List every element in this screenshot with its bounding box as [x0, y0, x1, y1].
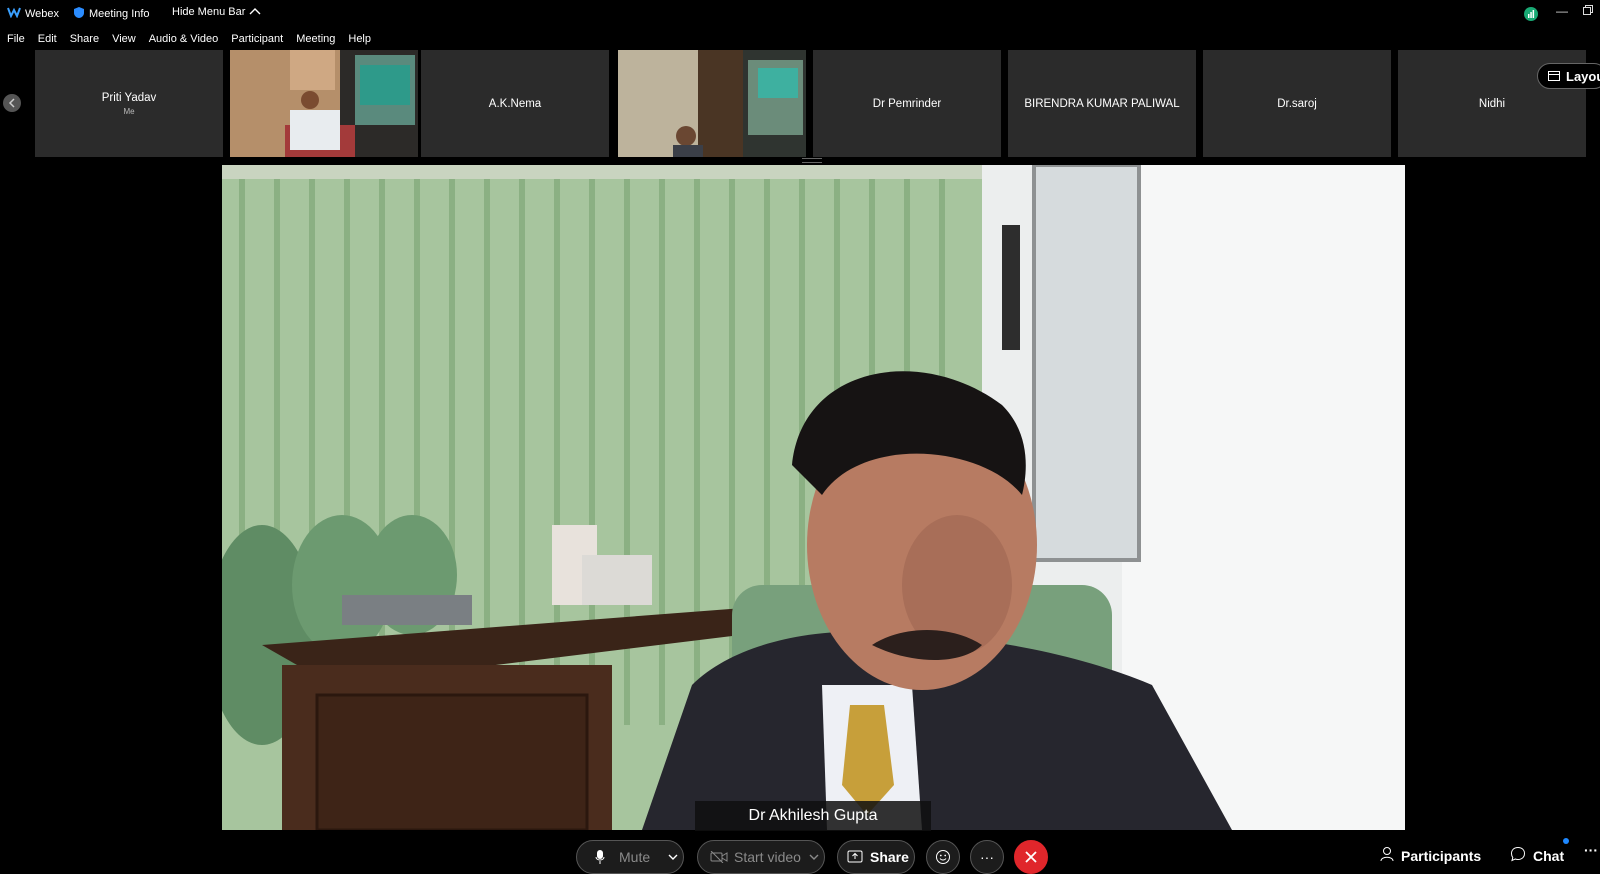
filmstrip-scroll-left-button[interactable] — [3, 94, 21, 112]
speaker-video-feed — [222, 165, 1405, 830]
menu-participant[interactable]: Participant — [231, 30, 283, 48]
video-off-icon — [710, 851, 728, 863]
self-indicator: Me — [123, 106, 135, 116]
active-speaker-name: Dr Akhilesh Gupta — [695, 801, 931, 831]
participant-tile[interactable]: A.K.Nema — [421, 50, 609, 157]
chevron-down-icon[interactable] — [668, 854, 678, 860]
participant-name: Priti Yadav — [101, 91, 157, 104]
end-call-button[interactable] — [1014, 840, 1048, 874]
filmstrip-resize-handle[interactable] — [802, 158, 822, 163]
participant-name: Dr Pemrinder — [872, 97, 942, 110]
menu-file[interactable]: File — [7, 30, 25, 48]
app-name: Webex — [25, 7, 60, 20]
chat-label: Chat — [1533, 847, 1565, 864]
title-bar: Webex Meeting Info Hide Menu Bar — — [0, 0, 1600, 28]
participant-tile[interactable]: Dr.saroj — [1203, 50, 1391, 157]
layout-button[interactable]: Layou — [1537, 63, 1600, 89]
chat-notification-dot — [1563, 838, 1569, 844]
participants-button[interactable]: Participants — [1380, 846, 1481, 865]
participant-name: BIRENDRA KUMAR PALIWAL — [1024, 97, 1180, 110]
start-video-label: Start video — [734, 849, 801, 865]
microphone-icon — [595, 849, 605, 865]
participant-video-feed — [618, 50, 806, 157]
participant-name: Dr.saroj — [1277, 97, 1317, 110]
participants-icon — [1380, 846, 1394, 865]
active-speaker-video — [222, 165, 1405, 830]
layout-label: Layou — [1566, 68, 1600, 84]
menu-share[interactable]: Share — [70, 30, 99, 48]
menu-meeting[interactable]: Meeting — [296, 30, 335, 48]
start-video-button[interactable]: Start video — [697, 840, 825, 874]
share-label: Share — [870, 849, 909, 865]
chat-icon — [1510, 846, 1526, 865]
participant-tile[interactable]: BIRENDRA KUMAR PALIWAL — [1008, 50, 1196, 157]
smiley-icon — [935, 849, 951, 865]
hide-menu-bar-button[interactable]: Hide Menu Bar — [172, 6, 261, 18]
chevron-down-icon[interactable] — [809, 854, 819, 860]
mute-button[interactable]: Mute — [576, 840, 684, 874]
more-options-button[interactable]: ··· — [970, 840, 1004, 874]
participant-tile[interactable]: Priti Yadav Me — [35, 50, 223, 157]
more-label: ··· — [980, 849, 994, 865]
overflow-menu-button[interactable]: ··· — [1584, 842, 1598, 858]
chat-button[interactable]: Chat — [1510, 846, 1564, 865]
participant-name: A.K.Nema — [488, 97, 542, 110]
hide-menu-bar-label: Hide Menu Bar — [172, 6, 246, 18]
meeting-info-label: Meeting Info — [89, 8, 150, 20]
participant-filmstrip: Priti Yadav Me A.K.Nema Dr Pemrinder BIR… — [35, 50, 1600, 157]
shield-icon — [73, 6, 85, 22]
menu-edit[interactable]: Edit — [38, 30, 57, 48]
close-icon — [1025, 851, 1037, 863]
menu-audio-video[interactable]: Audio & Video — [149, 30, 219, 48]
layout-icon — [1548, 69, 1560, 84]
webex-app[interactable]: Webex — [7, 6, 59, 21]
participant-name: Nidhi — [1478, 97, 1506, 110]
overflow-label: ··· — [1584, 842, 1598, 858]
network-status-icon[interactable] — [1524, 7, 1538, 26]
chevron-up-icon — [249, 6, 261, 18]
reactions-button[interactable] — [926, 840, 960, 874]
share-icon — [847, 850, 863, 864]
meeting-info-button[interactable]: Meeting Info — [73, 6, 150, 22]
webex-logo-icon — [7, 6, 21, 21]
participant-video-tile[interactable] — [230, 50, 418, 157]
participant-video-feed — [230, 50, 418, 157]
menu-view[interactable]: View — [112, 30, 136, 48]
chevron-left-icon — [8, 98, 15, 108]
restore-icon[interactable] — [1583, 4, 1593, 18]
share-button[interactable]: Share — [837, 840, 915, 874]
participant-video-tile[interactable] — [618, 50, 806, 157]
minimize-icon[interactable]: — — [1556, 4, 1568, 18]
menu-help[interactable]: Help — [348, 30, 371, 48]
menu-bar: File Edit Share View Audio & Video Parti… — [0, 30, 377, 48]
participants-label: Participants — [1401, 847, 1482, 864]
participant-tile[interactable]: Dr Pemrinder — [813, 50, 1001, 157]
mute-label: Mute — [619, 849, 651, 865]
